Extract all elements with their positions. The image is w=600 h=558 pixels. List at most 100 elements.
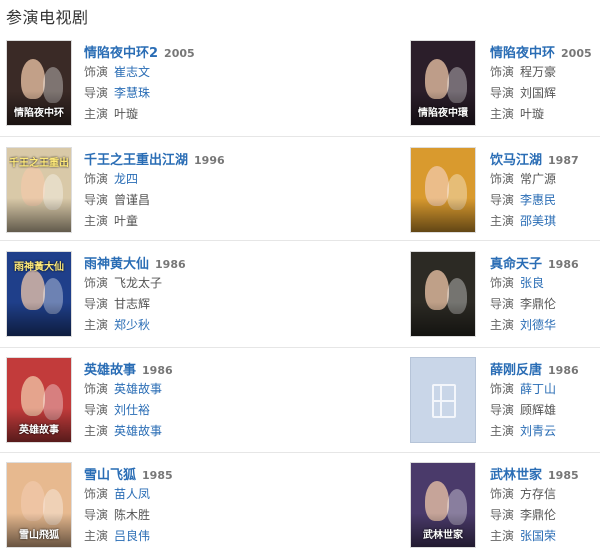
director-value: 刘国辉 xyxy=(520,86,557,100)
role-value[interactable]: 薛丁山 xyxy=(520,382,556,396)
tv-series-card: 英雄故事 英雄故事 1986 饰演 英雄故事 导演 刘仕裕 主演 英雄故事 xyxy=(4,357,304,457)
series-info: 真命天子 1986 饰演 张良 导演 李鼎伦 主演 刘德华 xyxy=(490,253,579,336)
series-title-link[interactable]: 薛刚反唐 xyxy=(490,363,542,378)
poster-image[interactable] xyxy=(410,251,476,337)
role-line: 饰演 常广源 xyxy=(490,169,579,190)
series-title-link[interactable]: 雪山飞狐 xyxy=(84,468,136,483)
poster-image[interactable]: 雨神黃大仙 xyxy=(6,251,72,337)
series-year: 1986 xyxy=(548,364,579,377)
star-label: 主演 xyxy=(490,214,515,228)
director-line: 导演 刘国辉 xyxy=(490,83,592,104)
poster-shade xyxy=(7,198,71,232)
role-value[interactable]: 张良 xyxy=(520,276,544,290)
role-label: 饰演 xyxy=(490,382,515,396)
series-title-link[interactable]: 饮马江湖 xyxy=(490,153,542,168)
star-value[interactable]: 刘青云 xyxy=(520,424,556,438)
role-label: 饰演 xyxy=(84,172,109,186)
film-icon xyxy=(432,384,456,418)
tv-series-card: 千王之王重出江湖 千王之王重出江湖 1996 饰演龙四导演曾谨昌主演叶童 xyxy=(4,147,304,247)
series-year: 1986 xyxy=(142,364,173,377)
poster-image[interactable]: 情陷夜中環 xyxy=(410,40,476,126)
poster-caption: 千王之王重出江湖 xyxy=(9,158,69,169)
poster-caption: 情陷夜中环 xyxy=(14,108,64,119)
role-value[interactable]: 龙四 xyxy=(114,172,138,186)
role-line: 饰演 崔志文 xyxy=(84,62,195,83)
role-value[interactable]: 崔志文 xyxy=(114,65,150,79)
poster-image[interactable]: 千王之王重出江湖 xyxy=(6,147,72,233)
director-value[interactable]: 刘仕裕 xyxy=(114,403,150,417)
series-title-link[interactable]: 真命天子 xyxy=(490,257,542,272)
poster-image[interactable] xyxy=(410,147,476,233)
director-value: 顾辉雄 xyxy=(520,403,557,417)
series-info: 情陷夜中环2 2005 饰演 崔志文 导演 李慧珠 主演 叶璇 xyxy=(84,42,195,125)
poster-caption: 武林世家 xyxy=(423,530,463,541)
star-value[interactable]: 刘德华 xyxy=(520,318,556,332)
star-value[interactable]: 郑少秋 xyxy=(114,318,150,332)
director-line: 导演 顾辉雄 xyxy=(490,400,579,421)
title-row: 薛刚反唐 1986 xyxy=(490,359,579,379)
poster-image[interactable]: 英雄故事 xyxy=(6,357,72,443)
series-title-link[interactable]: 武林世家 xyxy=(490,468,542,483)
role-line: 饰演 苗人凤 xyxy=(84,484,173,505)
star-label: 主演 xyxy=(84,107,109,121)
tv-series-card: 雨神黃大仙 雨神黄大仙 1986 饰演 飞龙太子 导演 甘志辉主演 郑少秋 xyxy=(4,251,304,351)
director-label: 导演 xyxy=(84,403,109,417)
role-line: 饰演 英雄故事 xyxy=(84,379,173,400)
tv-series-card: 情陷夜中环 情陷夜中环2 2005 饰演 崔志文 导演 李慧珠 主演 叶璇 xyxy=(4,40,304,140)
title-row: 雪山飞狐 1985 xyxy=(84,464,173,484)
role-value[interactable]: 英雄故事 xyxy=(114,382,162,396)
role-value[interactable]: 苗人凤 xyxy=(114,487,150,501)
star-line: 主演 刘德华 xyxy=(490,315,579,336)
star-value: 叶璇 xyxy=(520,107,545,121)
series-year: 2005 xyxy=(164,47,195,60)
title-row: 英雄故事 1986 xyxy=(84,359,173,379)
series-title-link[interactable]: 英雄故事 xyxy=(84,363,136,378)
director-label: 导演 xyxy=(84,297,109,311)
role-value: 飞龙太子 xyxy=(114,276,163,290)
director-value[interactable]: 李惠民 xyxy=(520,193,556,207)
poster-caption: 情陷夜中環 xyxy=(418,108,468,119)
series-title-link[interactable]: 雨神黄大仙 xyxy=(84,257,149,272)
series-title-link[interactable]: 千王之王重出江湖 xyxy=(84,153,188,168)
role-label: 饰演 xyxy=(84,487,109,501)
series-year: 1996 xyxy=(194,154,225,167)
series-info: 雪山飞狐 1985 饰演 苗人凤 导演 陈木胜 主演 吕良伟 xyxy=(84,464,173,547)
series-year: 1986 xyxy=(155,258,186,271)
star-line: 主演 叶童 xyxy=(84,211,225,232)
star-value[interactable]: 英雄故事 xyxy=(114,424,162,438)
role-line: 饰演 张良 xyxy=(490,273,579,294)
director-value: 陈木胜 xyxy=(114,508,151,522)
poster-placeholder[interactable] xyxy=(410,357,476,443)
role-label: 饰演 xyxy=(84,276,109,290)
series-title-link[interactable]: 情陷夜中环 xyxy=(490,46,555,61)
poster-image[interactable]: 情陷夜中环 xyxy=(6,40,72,126)
star-label: 主演 xyxy=(84,424,109,438)
director-label: 导演 xyxy=(490,193,515,207)
director-value[interactable]: 李慧珠 xyxy=(114,86,150,100)
director-line: 导演 陈木胜 xyxy=(84,505,173,526)
star-value[interactable]: 张国荣 xyxy=(520,529,556,543)
star-line: 主演 吕良伟 xyxy=(84,526,173,547)
star-line: 主演 郑少秋 xyxy=(84,315,186,336)
role-line: 饰演 方存信 xyxy=(490,484,579,505)
director-label: 导演 xyxy=(84,508,109,522)
director-line: 导演 李慧珠 xyxy=(84,83,195,104)
series-title-link[interactable]: 情陷夜中环2 xyxy=(84,46,158,61)
tv-series-card: 薛刚反唐 1986 饰演 薛丁山 导演 顾辉雄 主演 刘青云 xyxy=(410,357,600,457)
star-line: 主演 叶璇 xyxy=(490,104,592,125)
director-value: 甘志辉 xyxy=(114,297,151,311)
director-value: 曾谨昌 xyxy=(114,193,151,207)
star-line: 主演 英雄故事 xyxy=(84,421,173,442)
role-line: 饰演 薛丁山 xyxy=(490,379,579,400)
poster-shade xyxy=(411,198,475,232)
series-year: 2005 xyxy=(561,47,592,60)
star-value[interactable]: 吕良伟 xyxy=(114,529,150,543)
poster-image[interactable]: 雪山飛狐 xyxy=(6,462,72,548)
poster-image[interactable]: 武林世家 xyxy=(410,462,476,548)
title-row: 武林世家 1985 xyxy=(490,464,579,484)
tv-series-card: 雪山飛狐 雪山飞狐 1985 饰演 苗人凤 导演 陈木胜 主演 吕良伟 xyxy=(4,462,304,558)
poster-caption: 英雄故事 xyxy=(19,425,59,436)
role-label: 饰演 xyxy=(490,276,515,290)
role-value: 常广源 xyxy=(520,172,557,186)
star-value[interactable]: 邵美琪 xyxy=(520,214,556,228)
